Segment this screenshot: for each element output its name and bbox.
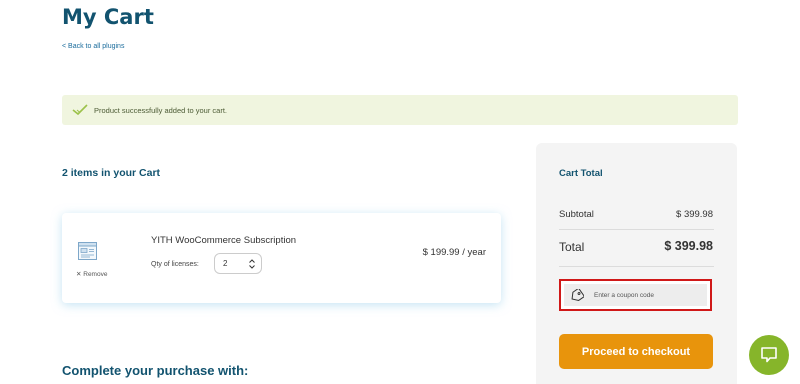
item-name: YITH WooCommerce Subscription	[151, 235, 297, 246]
subtotal-value: $ 399.98	[676, 209, 713, 220]
chevron-updown-icon	[249, 259, 255, 269]
chat-icon	[761, 347, 777, 363]
page-title: My Cart	[62, 5, 154, 29]
qty-label: Qty of licenses:	[151, 261, 199, 268]
quantity-select[interactable]: 2	[214, 253, 262, 274]
chat-button[interactable]	[749, 335, 789, 375]
quantity-value: 2	[223, 259, 228, 268]
coupon-placeholder: Enter a coupon code	[594, 291, 654, 299]
cart-total-title: Cart Total	[559, 168, 603, 179]
success-notice: Product successfully added to your cart.	[62, 95, 738, 125]
subtotal-label: Subtotal	[559, 209, 594, 220]
tag-icon	[571, 288, 584, 301]
cart-items-heading: 2 items in your Cart	[62, 167, 161, 179]
divider	[559, 266, 714, 267]
item-price: $ 199.99 / year	[422, 247, 486, 258]
cart-item: ✕ Remove YITH WooCommerce Subscription Q…	[62, 213, 501, 303]
coupon-input[interactable]: Enter a coupon code	[564, 284, 707, 306]
proceed-to-checkout-button[interactable]: Proceed to checkout	[559, 334, 713, 369]
upsell-heading: Complete your purchase with:	[62, 363, 249, 378]
divider	[559, 229, 714, 230]
plugin-thumbnail-icon	[78, 242, 97, 260]
notice-message: Product successfully added to your cart.	[94, 105, 227, 115]
total-value: $ 399.98	[664, 239, 713, 253]
coupon-field-highlight: Enter a coupon code	[559, 279, 712, 311]
back-to-plugins-link[interactable]: < Back to all plugins	[62, 43, 124, 50]
total-label: Total	[559, 240, 585, 254]
checkmark-icon	[72, 104, 88, 116]
remove-item-button[interactable]: ✕ Remove	[76, 270, 107, 278]
